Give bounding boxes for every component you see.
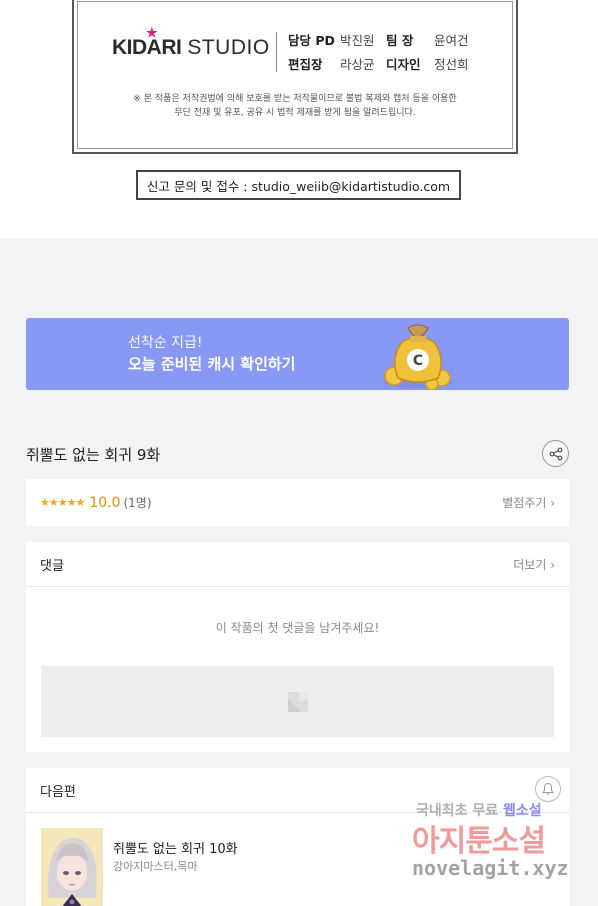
copyright-line: ※ 본 작품은 저작권법에 의해 보호를 받는 저작물이므로 불법 복제와 캡처… — [133, 94, 457, 104]
comments-card: 댓글 더보기 › 이 작품의 첫 댓글을 남겨주세요! — [26, 542, 569, 752]
next-episode-item[interactable]: 쥐뿔도 없는 회귀 10화 강아지마스터,목마 — [41, 828, 554, 906]
bell-icon — [542, 782, 554, 795]
rating-score: 10.0 — [89, 494, 121, 511]
copyright-notice: ※ 본 작품은 저작권법에 의해 보호를 받는 저작물이므로 불법 복제와 캡처… — [74, 92, 516, 120]
rating-card: ★★★★★ 10.0 (1명) 별점주기 › — [26, 479, 569, 526]
banner-title: 오늘 준비된 캐시 확인하기 — [128, 355, 296, 373]
image-placeholder-icon — [287, 691, 308, 712]
staff-name: 윤여건 — [434, 33, 469, 48]
staff-role: 디자인 — [386, 57, 421, 72]
coin-bag-icon: C — [384, 324, 452, 390]
rate-button[interactable]: 별점주기 › — [502, 494, 555, 511]
credits-divider — [276, 32, 277, 72]
next-episode-title: 쥐뿔도 없는 회귀 10화 — [113, 842, 238, 857]
episode-title: 쥐뿔도 없는 회귀 9화 — [26, 446, 161, 464]
staff-credits: 담당 PD 박진원 팀 장 윤여건 편집장 라상균 디자인 정선희 — [288, 30, 494, 73]
staff-role: 담당 PD — [288, 33, 335, 48]
staff-role: 팀 장 — [386, 33, 414, 48]
credits-section: ★ KIDARI STUDIO 담당 PD 박진원 팀 장 윤여건 편집장 라상… — [0, 0, 598, 238]
comments-header: 댓글 더보기 › — [26, 542, 569, 587]
comments-more-button[interactable]: 더보기 › — [513, 556, 555, 573]
logo-studio-text: STUDIO — [187, 36, 270, 59]
comments-title: 댓글 — [40, 558, 64, 574]
staff-role: 편집장 — [288, 57, 323, 72]
rating-count: (1명) — [123, 496, 152, 510]
next-episode-card: 다음편 쥐뿔도 없는 회귀 10화 강아지마스터,목마 — [26, 768, 569, 906]
logo-brand: ★ KIDARI — [112, 25, 182, 59]
share-button[interactable] — [542, 440, 569, 467]
cash-banner[interactable]: 선착순 지급! 오늘 준비된 캐시 확인하기 C — [26, 318, 569, 390]
staff-name: 박진원 — [340, 33, 375, 48]
ad-placeholder[interactable] — [41, 666, 554, 737]
credits-box: ★ KIDARI STUDIO 담당 PD 박진원 팀 장 윤여건 편집장 라상… — [72, 0, 518, 154]
next-episode-author: 강아지마스터,목마 — [113, 860, 198, 873]
notification-button[interactable] — [535, 776, 561, 802]
report-contact: 신고 문의 및 접수 : studio_weiib@kidartistudio.… — [136, 170, 461, 200]
svg-text:C: C — [413, 353, 423, 369]
staff-name: 라상균 — [340, 57, 375, 72]
star-icon: ★ — [146, 25, 158, 40]
episode-thumbnail — [41, 828, 103, 906]
share-icon — [549, 447, 562, 460]
rating-stars-icon: ★★★★★ — [40, 496, 85, 509]
comments-empty-message: 이 작품의 첫 댓글을 남겨주세요! — [215, 621, 380, 635]
next-episode-header: 다음편 — [26, 768, 569, 813]
copyright-line: 무단 전재 및 유포, 공유 시 법적 제재를 받게 됨을 알려드립니다. — [174, 108, 416, 118]
banner-subtitle: 선착순 지급! — [128, 335, 203, 351]
character-illustration — [41, 828, 103, 906]
staff-name: 정선희 — [434, 57, 469, 72]
studio-logo: ★ KIDARI STUDIO — [112, 25, 270, 60]
next-episode-section-title: 다음편 — [40, 784, 76, 800]
